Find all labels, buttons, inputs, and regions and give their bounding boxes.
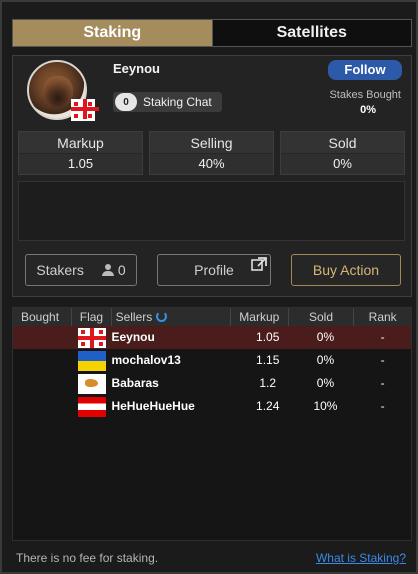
bought-cell: [13, 326, 72, 349]
staking-chat-label: Staking Chat: [143, 95, 212, 109]
markup-cell: 1.15: [256, 353, 280, 367]
austria-flag-icon: [72, 395, 112, 418]
markup-cell: 1.05: [256, 330, 280, 344]
seller-name: mochalov13: [111, 353, 181, 367]
sold-cell: 0%: [316, 353, 335, 367]
tab-satellites[interactable]: Satellites: [211, 20, 411, 46]
action-buttons: Stakers 0 Profile Buy Action: [25, 254, 401, 286]
stakers-button[interactable]: Stakers 0: [25, 254, 137, 286]
sold-cell: 10%: [313, 399, 338, 413]
rank-cell: -: [380, 399, 385, 413]
sold-label: Sold: [281, 132, 404, 154]
notes-area: [18, 181, 405, 241]
header-sold[interactable]: Sold: [289, 308, 355, 326]
seller-name: Babaras: [111, 376, 159, 390]
buy-action-button[interactable]: Buy Action: [291, 254, 401, 286]
profile-label: Profile: [194, 262, 234, 278]
external-link-icon: [251, 257, 267, 271]
stakers-count: 0: [117, 262, 126, 278]
sellers-table: Bought Flag Sellers Markup Sold Rank Eey…: [12, 307, 412, 541]
profile-panel: Eeynou 0 Staking Chat Follow Stakes Boug…: [12, 55, 412, 297]
selling-label: Selling: [150, 132, 273, 154]
table-row[interactable]: HeHueHueHue 1.24 10% -: [13, 395, 411, 418]
markup-cell: 1.2: [259, 376, 277, 390]
header-sellers[interactable]: Sellers: [112, 308, 231, 326]
sold-cell: 0%: [316, 376, 335, 390]
rank-cell: -: [380, 376, 385, 390]
sold-stat: Sold 0%: [280, 131, 405, 175]
tab-bar: Staking Satellites: [12, 19, 412, 47]
header-rank[interactable]: Rank: [354, 308, 411, 326]
markup-label: Markup: [19, 132, 142, 154]
stakes-bought-value: 0%: [360, 104, 376, 116]
bought-cell: [13, 372, 72, 395]
refresh-icon[interactable]: [156, 311, 168, 322]
rank-cell: -: [380, 330, 385, 344]
staking-chat-button[interactable]: 0 Staking Chat: [113, 92, 222, 112]
georgia-flag-icon: [71, 99, 99, 121]
selling-value: 40%: [198, 156, 225, 171]
fee-note: There is no fee for staking.: [16, 551, 159, 565]
table-header: Bought Flag Sellers Markup Sold Rank: [13, 308, 411, 326]
follow-button[interactable]: Follow: [328, 60, 402, 80]
user-icon: [101, 264, 114, 276]
tab-staking[interactable]: Staking: [13, 20, 212, 46]
stakers-label: Stakers: [36, 262, 84, 278]
seller-name: HeHueHueHue: [111, 399, 195, 413]
table-row[interactable]: Eeynou 1.05 0% -: [13, 326, 411, 349]
header-bought[interactable]: Bought: [13, 308, 72, 326]
header-flag[interactable]: Flag: [72, 308, 112, 326]
header-sellers-label: Sellers: [115, 310, 153, 324]
selling-stat: Selling 40%: [149, 131, 274, 175]
table-row[interactable]: Babaras 1.2 0% -: [13, 372, 411, 395]
rank-cell: -: [380, 353, 385, 367]
header-markup[interactable]: Markup: [231, 308, 289, 326]
table-row[interactable]: mochalov13 1.15 0% -: [13, 349, 411, 372]
sold-value: 0%: [333, 156, 352, 171]
chat-count-badge: 0: [115, 93, 137, 111]
bought-cell: [13, 349, 72, 372]
profile-button[interactable]: Profile: [157, 254, 271, 286]
markup-stat: Markup 1.05: [18, 131, 143, 175]
georgia-flag-icon: [72, 326, 112, 349]
what-is-staking-link[interactable]: What is Staking?: [316, 551, 406, 565]
player-name: Eeynou: [113, 61, 160, 76]
seller-name: Eeynou: [111, 330, 155, 344]
bought-cell: [13, 395, 72, 418]
staking-window: Staking Satellites Eeynou 0 Staking Chat…: [0, 0, 418, 574]
markup-cell: 1.24: [256, 399, 280, 413]
markup-value: 1.05: [67, 156, 94, 171]
ukraine-flag-icon: [72, 349, 112, 372]
cyprus-flag-icon: [72, 372, 112, 395]
sold-cell: 0%: [316, 330, 335, 344]
stakes-bought-label: Stakes Bought: [329, 89, 401, 101]
avatar-image: [43, 76, 73, 108]
stats-row: Markup 1.05 Selling 40% Sold 0%: [18, 131, 405, 175]
